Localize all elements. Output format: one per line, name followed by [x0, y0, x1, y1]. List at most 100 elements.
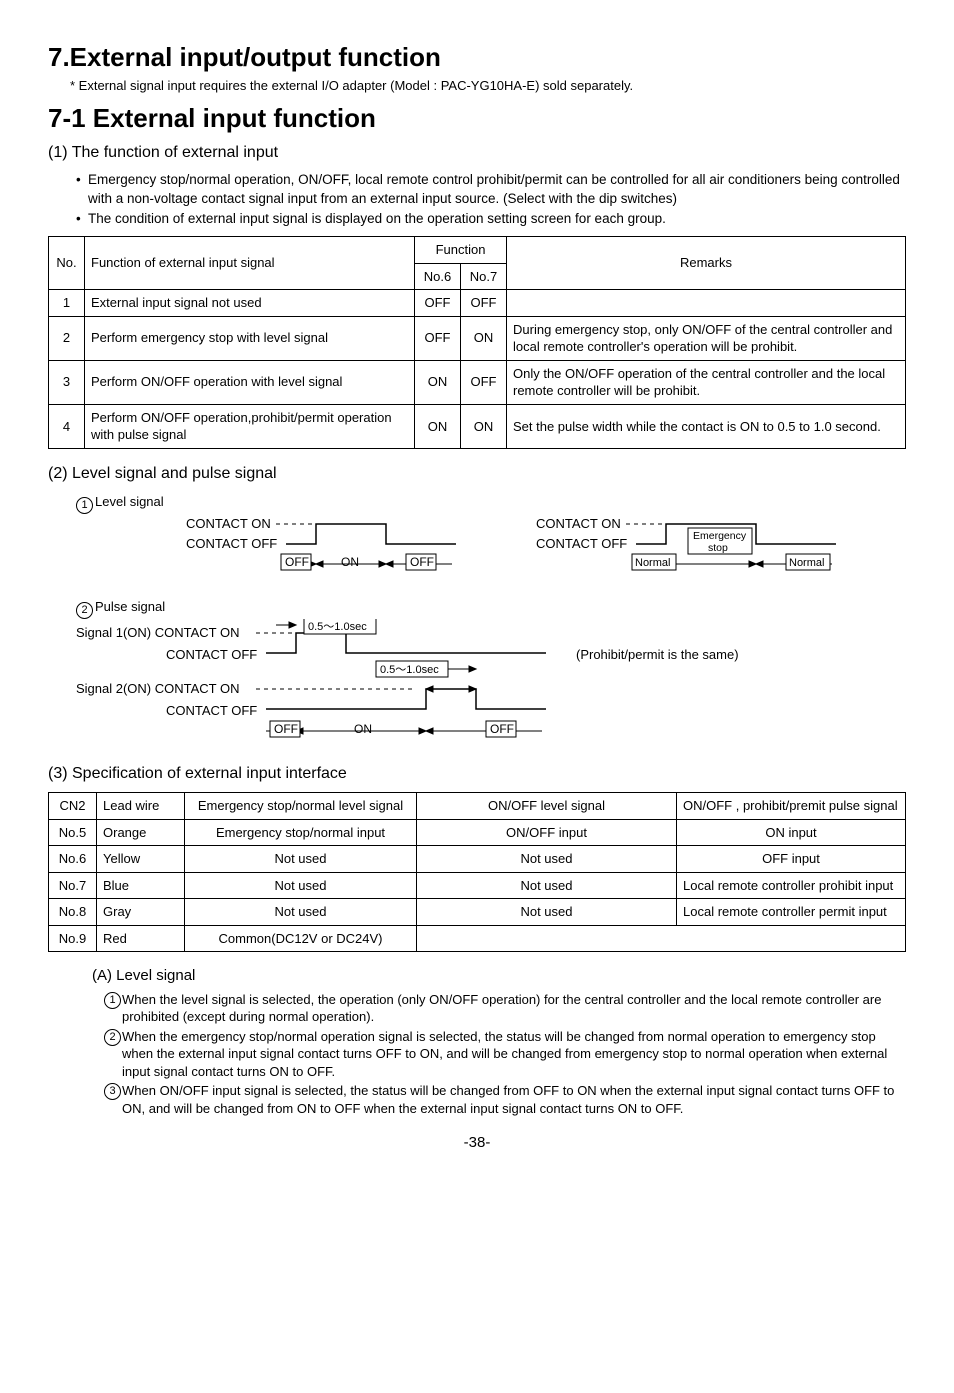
cell-pp: OFF input [677, 846, 906, 873]
cell-es: Not used [185, 872, 417, 899]
th-func-group: Function [415, 236, 507, 263]
diagram-text: (Prohibit/permit is the same) [576, 647, 739, 662]
cell-rem: Only the ON/OFF operation of the central… [507, 360, 906, 404]
cell-lw: Blue [97, 872, 185, 899]
secA-list: 1When the level signal is selected, the … [104, 991, 906, 1118]
cell-cn2: No.5 [49, 819, 97, 846]
th-no: No. [49, 236, 85, 289]
circled-2-icon: 2 [104, 1029, 121, 1046]
cell-es: Emergency stop/normal input [185, 819, 417, 846]
cell-n7: ON [461, 316, 507, 360]
cell-n7: OFF [461, 290, 507, 317]
cell-es: Not used [185, 899, 417, 926]
cell-oo: Not used [417, 899, 677, 926]
cell-lw: Red [97, 925, 185, 952]
cell-common-blank [417, 925, 906, 952]
circled-2-icon: 2 [76, 602, 93, 619]
diagram-text: 0.5～1.0sec [380, 664, 439, 676]
cell-es: Not used [185, 846, 417, 873]
level-signal-diagram: CONTACT ON CONTACT OFF OFF ON OFF CONTAC… [76, 514, 876, 584]
diagram-text: CONTACT OFF [186, 536, 277, 551]
cell-cn2: No.6 [49, 846, 97, 873]
cell-fn: Perform ON/OFF operation,prohibit/permit… [85, 404, 415, 448]
list-text: When ON/OFF input signal is selected, th… [122, 1083, 894, 1116]
pulse-signal-diagram: Signal 1(ON) CONTACT ON CONTACT OFF 0.5～… [76, 619, 876, 749]
pulse-signal-label: Pulse signal [95, 599, 165, 614]
sec1-bullet: The condition of external input signal i… [76, 210, 906, 228]
page-number: -38- [48, 1133, 906, 1153]
diagram-text: Normal [789, 557, 824, 569]
table-row: No.5 Orange Emergency stop/normal input … [49, 819, 906, 846]
cell-fn: Perform emergency stop with level signal [85, 316, 415, 360]
diagram-text: CONTACT ON [536, 516, 621, 531]
diagram-text: OFF [490, 722, 514, 736]
footnote: * External signal input requires the ext… [70, 77, 906, 95]
list-item: 2When the emergency stop/normal operatio… [104, 1028, 906, 1081]
cell-rem: Set the pulse width while the contact is… [507, 404, 906, 448]
cell-rem: During emergency stop, only ON/OFF of th… [507, 316, 906, 360]
level-signal-block: 1Level signal CONTACT ON CONTACT OFF OFF… [76, 493, 906, 584]
cell-n6: ON [415, 360, 461, 404]
th-cn2: CN2 [49, 793, 97, 820]
list-item: 3When ON/OFF input signal is selected, t… [104, 1082, 906, 1117]
table-row: 1 External input signal not used OFF OFF [49, 290, 906, 317]
cell-lw: Orange [97, 819, 185, 846]
table-row: No.7 Blue Not used Not used Local remote… [49, 872, 906, 899]
spec-table: CN2 Lead wire Emergency stop/normal leve… [48, 792, 906, 952]
cell-rem [507, 290, 906, 317]
cell-pp: Local remote controller prohibit input [677, 872, 906, 899]
th-remarks: Remarks [507, 236, 906, 289]
section-7-1-title: 7-1 External input function [48, 101, 906, 136]
circled-1-icon: 1 [104, 992, 121, 1009]
cell-n6: OFF [415, 290, 461, 317]
table-row: No.6 Yellow Not used Not used OFF input [49, 846, 906, 873]
list-item: 1When the level signal is selected, the … [104, 991, 906, 1026]
sec1-title: (1) The function of external input [48, 142, 906, 164]
diagram-text: ON [354, 722, 372, 736]
th-no6: No.6 [415, 263, 461, 290]
circled-3-icon: 3 [104, 1083, 121, 1100]
cell-es: Common(DC12V or DC24V) [185, 925, 417, 952]
list-text: When the level signal is selected, the o… [122, 992, 881, 1025]
cell-oo: Not used [417, 872, 677, 899]
list-text: When the emergency stop/normal operation… [122, 1029, 887, 1079]
level-signal-label: Level signal [95, 494, 164, 509]
cell-lw: Gray [97, 899, 185, 926]
diagram-text: OFF [274, 722, 298, 736]
th-function: Function of external input signal [85, 236, 415, 289]
table-row: No.9 Red Common(DC12V or DC24V) [49, 925, 906, 952]
cell-cn2: No.9 [49, 925, 97, 952]
th-onoff: ON/OFF level signal [417, 793, 677, 820]
cell-pp: Local remote controller permit input [677, 899, 906, 926]
diagram-text: OFF [410, 555, 434, 569]
cell-no: 1 [49, 290, 85, 317]
cell-oo: ON/OFF input [417, 819, 677, 846]
cell-n7: OFF [461, 360, 507, 404]
diagram-text: ON [341, 555, 359, 569]
diagram-text: Emergency [693, 530, 747, 542]
table-row: No.8 Gray Not used Not used Local remote… [49, 899, 906, 926]
sec1-bullet: Emergency stop/normal operation, ON/OFF,… [76, 171, 906, 207]
function-table: No. Function of external input signal Fu… [48, 236, 906, 449]
cell-cn2: No.7 [49, 872, 97, 899]
diagram-text: CONTACT ON [186, 516, 271, 531]
diagram-text: Signal 1(ON) CONTACT ON [76, 625, 240, 640]
th-es: Emergency stop/normal level signal [185, 793, 417, 820]
th-pulse: ON/OFF , prohibit/premit pulse signal [677, 793, 906, 820]
secA-title: (A) Level signal [92, 966, 906, 986]
diagram-text: CONTACT OFF [166, 703, 257, 718]
diagram-text: OFF [285, 555, 309, 569]
cell-oo: Not used [417, 846, 677, 873]
cell-no: 3 [49, 360, 85, 404]
page-title: 7.External input/output function [48, 40, 906, 75]
sec2-title: (2) Level signal and pulse signal [48, 463, 906, 485]
diagram-text: Signal 2(ON) CONTACT ON [76, 681, 240, 696]
diagram-text: Normal [635, 557, 670, 569]
sec3-title: (3) Specification of external input inte… [48, 763, 906, 785]
pulse-signal-block: 2Pulse signal Signal 1(ON) CONTACT ON CO… [76, 598, 906, 749]
diagram-text: CONTACT OFF [536, 536, 627, 551]
cell-fn: Perform ON/OFF operation with level sign… [85, 360, 415, 404]
diagram-text: 0.5～1.0sec [308, 621, 367, 633]
cell-n7: ON [461, 404, 507, 448]
cell-pp: ON input [677, 819, 906, 846]
